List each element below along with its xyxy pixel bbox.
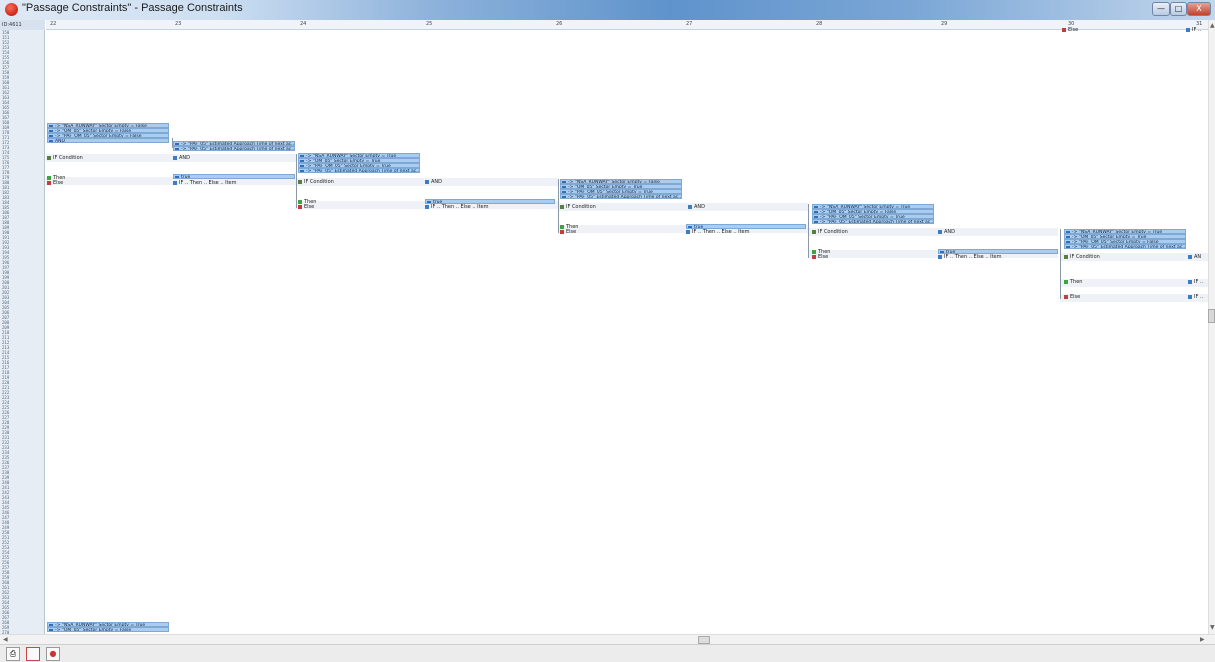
scroll-up-icon[interactable]: ▲	[1210, 22, 1215, 29]
diagram-canvas[interactable]: 150 151 152 153 154 155 156 157 158 159 160 161 162 1…	[0, 20, 1208, 634]
if-condition-node[interactable]: IF Condition	[560, 204, 596, 210]
column-number: 27	[686, 21, 693, 27]
connector-line	[808, 204, 809, 228]
row-stripe	[46, 154, 296, 162]
column-number: 26	[556, 21, 563, 27]
connector-line	[558, 179, 559, 203]
column-number: 25	[426, 21, 433, 27]
and-node[interactable]: AND	[688, 204, 705, 210]
condition-box[interactable]: -> "PAF_05" Estimated Approach Time of n…	[173, 146, 295, 151]
connector-line	[296, 154, 297, 178]
and-node[interactable]: AND	[173, 155, 190, 161]
column-number: 22	[50, 21, 57, 27]
scroll-down-icon[interactable]: ▼	[1210, 624, 1215, 631]
close-button[interactable]: X	[1187, 2, 1211, 16]
connector-line	[808, 228, 809, 258]
else-node[interactable]: Else	[47, 180, 63, 186]
if-then-else-item[interactable]: IF .. Then .. Else .. Item	[686, 229, 750, 235]
minimize-button[interactable]: —	[1152, 2, 1170, 16]
horizontal-scroll-thumb[interactable]	[698, 636, 710, 644]
if-node-truncated[interactable]: IF ..	[1188, 279, 1203, 285]
if-then-else-item[interactable]: IF .. Then .. Else .. Item	[173, 180, 237, 186]
if-then-else-item[interactable]: IF .. Then .. Else .. Item	[938, 254, 1002, 260]
if-condition-node[interactable]: IF Condition	[1064, 254, 1100, 260]
connector-line	[296, 178, 297, 208]
vertical-scroll-thumb[interactable]	[1208, 309, 1215, 323]
and-node[interactable]: AN	[1188, 254, 1201, 260]
vertical-scrollbar[interactable]: ▲ ▼	[1208, 20, 1215, 634]
title-bar: "Passage Constraints" - Passage Constrai…	[0, 0, 1215, 20]
if-condition-node[interactable]: IF Condition	[47, 155, 83, 161]
row-number-gutter: 150 151 152 153 154 155 156 157 158 159 160 161 162 1…	[0, 20, 45, 634]
grid-corner-id: ID:4611	[0, 20, 45, 30]
else-node[interactable]: Else	[1064, 294, 1080, 300]
condition-box[interactable]: -> "PAF_05" Estimated Approach Time of n…	[560, 194, 682, 199]
and-node[interactable]: AND	[425, 179, 442, 185]
else-node[interactable]: Else	[1062, 27, 1078, 33]
column-number: 23	[175, 21, 182, 27]
connector-line	[1060, 229, 1061, 253]
if-condition-node[interactable]: IF Condition	[812, 229, 848, 235]
row-stripe	[1060, 294, 1208, 302]
and-node[interactable]: AND	[47, 138, 169, 143]
and-node[interactable]: AND	[938, 229, 955, 235]
if-condition-node[interactable]: IF Condition	[298, 179, 334, 185]
else-node[interactable]: Else	[560, 229, 576, 235]
else-node[interactable]: Else	[298, 204, 314, 210]
true-node[interactable]: true	[173, 174, 295, 179]
page-icon[interactable]	[26, 647, 40, 661]
scroll-right-icon[interactable]: ▶	[1200, 636, 1205, 643]
condition-box[interactable]: -> "OM_05" Sector Empty = False	[47, 627, 169, 632]
record-icon[interactable]: ●	[46, 647, 60, 661]
window-title: "Passage Constraints" - Passage Constrai…	[22, 2, 243, 14]
column-number: 28	[816, 21, 823, 27]
condition-box[interactable]: -> "PAF_05" Estimated Approach Time of n…	[812, 219, 934, 224]
connector-line	[1060, 253, 1061, 299]
connector-line	[558, 203, 559, 233]
if-then-else-item[interactable]: IF .. Then .. Else .. Item	[425, 204, 489, 210]
maximize-button[interactable]: □	[1170, 2, 1187, 16]
scroll-left-icon[interactable]: ◀	[3, 636, 8, 643]
column-number: 29	[941, 21, 948, 27]
print-icon[interactable]: ⎙	[6, 647, 20, 661]
condition-box[interactable]: -> "PAF_05" Estimated Approach Time of n…	[298, 168, 420, 173]
if-node-truncated[interactable]: IF ..	[1186, 27, 1201, 33]
column-header: 22 23 24 25 26 27 28 29 30 31	[46, 20, 1208, 30]
then-node[interactable]: Then	[1064, 279, 1082, 285]
if-node-truncated[interactable]: IF ..	[1188, 294, 1203, 300]
horizontal-scrollbar[interactable]: ◀ ▶	[0, 634, 1215, 644]
bottom-toolbar: ⎙ ●	[0, 644, 1215, 662]
app-icon	[5, 3, 18, 16]
else-node[interactable]: Else	[812, 254, 828, 260]
column-number: 24	[300, 21, 307, 27]
condition-box[interactable]: -> "PAF_05" Estimated Approach Time of n…	[1064, 244, 1186, 249]
